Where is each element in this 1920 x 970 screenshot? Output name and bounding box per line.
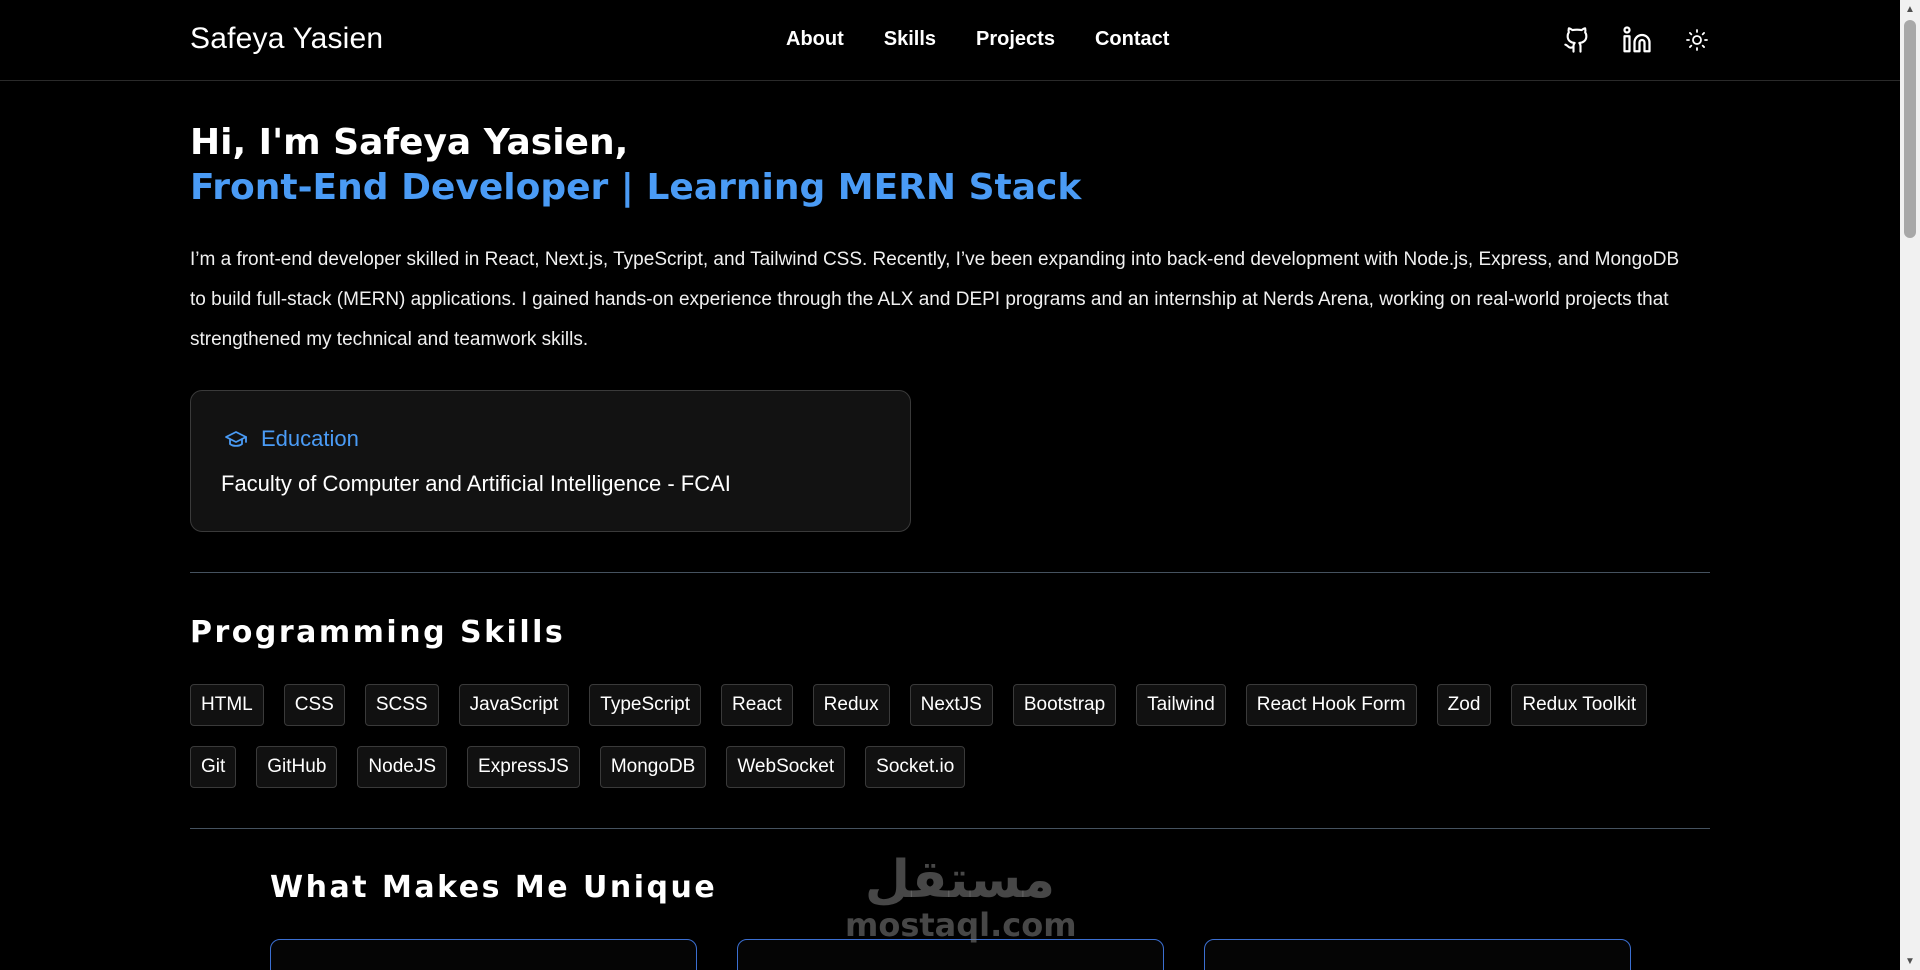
linkedin-icon <box>1623 26 1651 53</box>
section-divider <box>190 828 1710 829</box>
hero-greeting: Hi, I'm Safeya Yasien, <box>190 122 629 163</box>
skill-tag: Tailwind <box>1136 684 1226 726</box>
scroll-up-arrow-icon[interactable]: ▲ <box>1900 0 1920 18</box>
skill-tag: React <box>721 684 793 726</box>
skill-tag: Redux <box>812 684 890 726</box>
theme-toggle[interactable] <box>1682 22 1712 58</box>
skill-tag: HTML <box>190 684 264 726</box>
skills-title: Programming Skills <box>190 615 566 650</box>
page-scrollbar[interactable]: ▲ ▼ <box>1900 0 1920 970</box>
education-card: Education Faculty of Computer and Artifi… <box>190 390 911 532</box>
site-header: Safeya Yasien About Skills Projects Cont… <box>0 0 1900 81</box>
portfolio-page: Safeya Yasien About Skills Projects Cont… <box>0 0 1920 970</box>
skill-tag: CSS <box>283 684 345 726</box>
section-divider <box>190 572 1710 573</box>
skill-tag: GitHub <box>256 746 338 788</box>
skill-tag: Redux Toolkit <box>1511 684 1648 726</box>
watermark-latin: mostaql.com <box>845 906 1077 944</box>
github-icon <box>1564 27 1588 53</box>
nav-contact[interactable]: Contact <box>1095 28 1169 51</box>
watermark: مستقل mostaql.com <box>845 850 1077 944</box>
hero-role: Front-End Developer | Learning MERN Stac… <box>190 167 1082 208</box>
nav-skills[interactable]: Skills <box>884 28 936 51</box>
skill-tag: JavaScript <box>458 684 570 726</box>
watermark-arabic: مستقل <box>864 850 1056 910</box>
skill-tag: WebSocket <box>726 746 846 788</box>
skill-tag: Zod <box>1436 684 1492 726</box>
sun-icon <box>1686 29 1708 51</box>
skill-tag: NextJS <box>909 684 993 726</box>
education-body: Faculty of Computer and Artificial Intel… <box>221 471 731 496</box>
skill-tag: MongoDB <box>599 746 707 788</box>
scroll-thumb[interactable] <box>1904 20 1916 238</box>
main-nav: About Skills Projects Contact <box>786 28 1169 51</box>
skill-tag: Socket.io <box>865 746 966 788</box>
skills-list: HTML CSS SCSS JavaScript TypeScript Reac… <box>190 684 1710 788</box>
unique-card <box>270 939 697 970</box>
hero-section: Hi, I'm Safeya Yasien, Front-End Develop… <box>190 120 1710 360</box>
skill-tag: SCSS <box>364 684 439 726</box>
education-heading: Education <box>221 426 359 452</box>
brand-name[interactable]: Safeya Yasien <box>190 22 383 56</box>
linkedin-link[interactable] <box>1622 22 1652 58</box>
scroll-down-arrow-icon[interactable]: ▼ <box>1900 952 1920 970</box>
skill-tag: ExpressJS <box>467 746 580 788</box>
skill-tag: NodeJS <box>357 746 448 788</box>
nav-about[interactable]: About <box>786 28 844 51</box>
unique-title: What Makes Me Unique <box>270 870 718 905</box>
education-title: Education <box>261 426 359 451</box>
github-link[interactable] <box>1562 22 1592 58</box>
skill-tag: Bootstrap <box>1012 684 1117 726</box>
skill-tag: Git <box>190 746 237 788</box>
unique-card <box>737 939 1164 970</box>
nav-projects[interactable]: Projects <box>976 28 1055 51</box>
hero-bio: I’m a front-end developer skilled in Rea… <box>190 249 1680 350</box>
header-icons <box>1562 22 1712 58</box>
skill-tag: TypeScript <box>589 684 702 726</box>
unique-card <box>1204 939 1631 970</box>
graduation-cap-icon <box>225 431 247 447</box>
skill-tag: React Hook Form <box>1245 684 1417 726</box>
